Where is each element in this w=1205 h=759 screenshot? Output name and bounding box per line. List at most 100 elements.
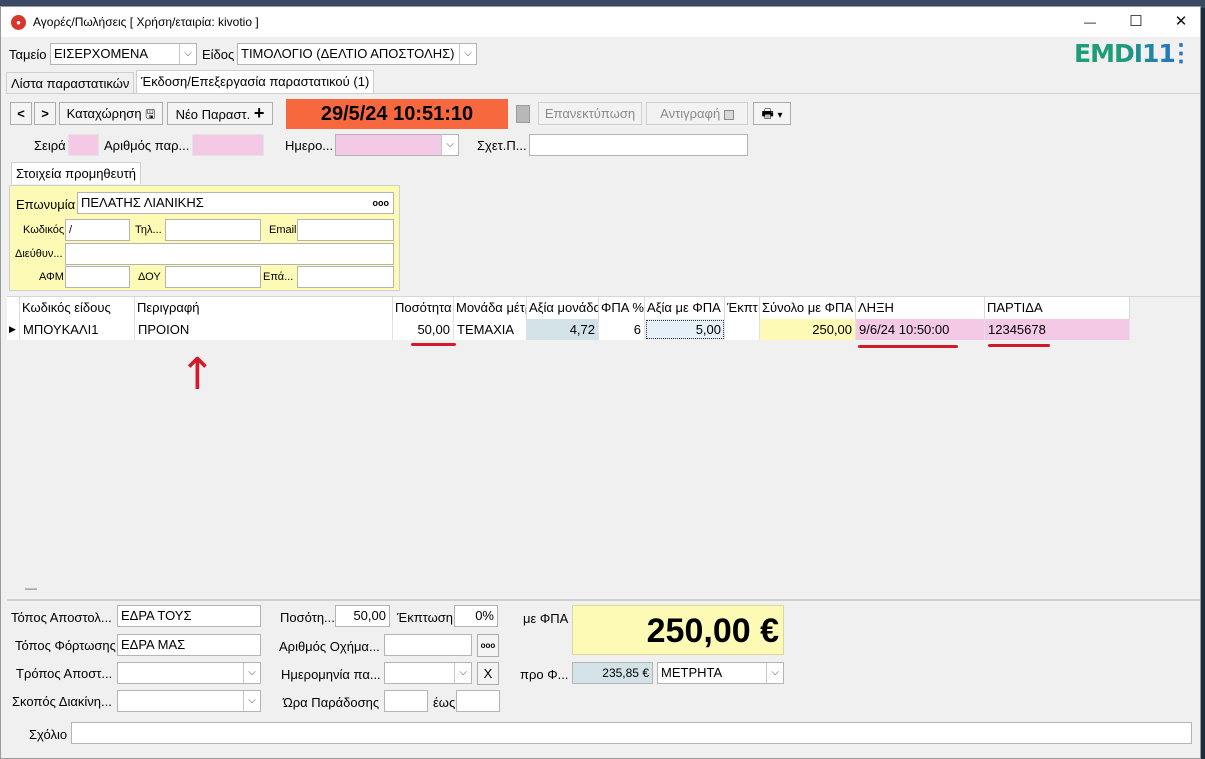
email-input[interactable] bbox=[297, 219, 394, 241]
sxet-input[interactable] bbox=[529, 134, 748, 156]
eponymia-label: Επωνυμία bbox=[16, 197, 76, 212]
printer-icon: 🖶 bbox=[761, 107, 774, 122]
col-header-discount[interactable]: Έκπτ bbox=[725, 297, 760, 319]
window-title: Αγορές/Πωλήσεις [ Χρήση/εταιρία: kivotio… bbox=[33, 15, 259, 29]
clear-date-button[interactable]: X bbox=[477, 662, 499, 685]
til-label: Τηλ... bbox=[135, 224, 162, 236]
col-header-code[interactable]: Κωδικός είδους bbox=[20, 297, 135, 319]
tropos-label: Τρόπος Αποστ... bbox=[16, 666, 113, 681]
cell-price-vat[interactable]: 5,00 bbox=[645, 319, 725, 340]
chevron-down-icon[interactable]: ▾ bbox=[777, 110, 782, 121]
epa-label: Επά... bbox=[263, 271, 294, 283]
tameio-select[interactable]: ΕΙΣΕΡΧΟΜΕΝΑ ⌵ bbox=[50, 43, 197, 65]
cell-expiry[interactable]: 9/6/24 10:50:00 bbox=[856, 319, 985, 340]
reprint-button[interactable]: Επανεκτύπωση bbox=[538, 102, 642, 125]
splitter-handle[interactable]: — bbox=[25, 581, 37, 595]
prev-button[interactable]: < bbox=[10, 102, 32, 125]
cell-qty[interactable]: 50,00 bbox=[393, 319, 454, 340]
chevron-down-icon[interactable]: ⌵ bbox=[243, 691, 260, 711]
eidos-label: Είδος bbox=[202, 47, 235, 62]
tab-document-list[interactable]: Λίστα παραστατικών bbox=[6, 72, 135, 94]
grid-header-corner bbox=[7, 297, 20, 319]
kodikos-label: Κωδικός bbox=[23, 224, 65, 236]
tab-document-edit[interactable]: Έκδοση/Επεξεργασία παραστατικού (1) bbox=[136, 70, 375, 94]
eponymia-value: ΠΕΛΑΤΗΣ ΛΙΑΝΙΚΗΣ bbox=[81, 195, 204, 210]
copy-icon bbox=[723, 109, 734, 120]
date-select[interactable]: ⌵ bbox=[335, 134, 459, 156]
seira-label: Σειρά bbox=[34, 138, 66, 153]
posot-label: Ποσότη... bbox=[280, 610, 335, 625]
col-header-batch[interactable]: ΠΑΡΤΙΔΑ bbox=[985, 297, 1130, 319]
new-document-label: Νέο Παραστ. bbox=[175, 107, 251, 122]
app-window: ● Αγορές/Πωλήσεις [ Χρήση/εταιρία: kivot… bbox=[0, 6, 1201, 759]
datetime-display: 29/5/24 10:51:10 bbox=[286, 99, 508, 129]
copy-button[interactable]: Αντιγραφή bbox=[646, 102, 748, 125]
imerominia-select[interactable]: ⌵ bbox=[384, 662, 472, 684]
payment-value: ΜΕΤΡΗΤΑ bbox=[661, 665, 723, 680]
next-button[interactable]: > bbox=[34, 102, 56, 125]
col-header-vat[interactable]: ΦΠΑ % bbox=[599, 297, 645, 319]
tab-supplier[interactable]: Στοιχεία προμηθευτή bbox=[11, 162, 141, 184]
col-header-unit-price[interactable]: Αξία μονάδα bbox=[527, 297, 599, 319]
cell-batch[interactable]: 12345678 bbox=[985, 319, 1130, 340]
col-header-total[interactable]: Σύνολο με ΦΠΑ bbox=[760, 297, 856, 319]
chevron-down-icon[interactable]: ⌵ bbox=[459, 44, 476, 64]
topos-fort-input[interactable]: ΕΔΡΑ ΜΑΣ bbox=[117, 634, 261, 656]
more-menu-icon[interactable]: ⋮ bbox=[1169, 39, 1193, 68]
arithmos-ox-input[interactable] bbox=[384, 634, 472, 656]
eos-label: έως bbox=[433, 695, 456, 710]
cell-vat[interactable]: 6 bbox=[599, 319, 645, 340]
col-header-unit[interactable]: Μονάδα μέτρ bbox=[454, 297, 527, 319]
chevron-down-icon[interactable]: ⌵ bbox=[441, 135, 458, 155]
sxolio-label: Σχόλιο bbox=[29, 727, 68, 742]
print-button[interactable]: 🖶 ▾ bbox=[753, 102, 791, 125]
eponymia-input[interactable]: ΠΕΛΑΤΗΣ ΛΙΑΝΙΚΗΣ ooo bbox=[77, 192, 394, 214]
new-document-button[interactable]: Νέο Παραστ. + bbox=[167, 102, 273, 125]
epa-input[interactable] bbox=[297, 266, 394, 288]
more-options-button[interactable]: ooo bbox=[373, 193, 390, 213]
eidos-select[interactable]: ΤΙΜΟΛΟΓΙΟ (ΔΕΛΤΙΟ ΑΠΟΣΤΟΛΗΣ) ⌵ bbox=[237, 43, 477, 65]
chevron-down-icon[interactable]: ⌵ bbox=[766, 663, 783, 683]
brand-text: EMDI11 bbox=[1074, 39, 1176, 68]
kodikos-input[interactable]: / bbox=[65, 219, 130, 241]
splitter[interactable] bbox=[7, 599, 1200, 601]
trash-icon[interactable] bbox=[516, 105, 530, 123]
arithmos-input[interactable] bbox=[192, 134, 264, 156]
row-marker-icon: ▶ bbox=[7, 319, 20, 340]
cell-discount[interactable] bbox=[725, 319, 760, 340]
seira-input[interactable] bbox=[68, 134, 99, 156]
chevron-down-icon[interactable]: ⌵ bbox=[454, 663, 471, 683]
chevron-down-icon[interactable]: ⌵ bbox=[179, 44, 196, 64]
dieuth-input[interactable] bbox=[65, 243, 394, 265]
col-header-qty[interactable]: Ποσότητα bbox=[393, 297, 454, 319]
doy-input[interactable] bbox=[165, 266, 261, 288]
close-button[interactable]: ✕ bbox=[1158, 7, 1200, 37]
maximize-button[interactable]: ☐ bbox=[1113, 7, 1159, 37]
col-header-price-vat[interactable]: Αξία με ΦΠΑ bbox=[645, 297, 725, 319]
col-header-expiry[interactable]: ΛΗΞΗ bbox=[856, 297, 985, 319]
cell-unit[interactable]: ΤΕΜΑΧΙΑ bbox=[454, 319, 527, 340]
cell-desc[interactable]: ΠΡΟΙΟΝ bbox=[135, 319, 393, 340]
afm-input[interactable] bbox=[65, 266, 130, 288]
chevron-down-icon[interactable]: ⌵ bbox=[243, 663, 260, 683]
sxolio-input[interactable] bbox=[71, 722, 1192, 744]
ekptosi-input[interactable]: 0% bbox=[454, 605, 498, 627]
ora-input[interactable] bbox=[384, 690, 428, 712]
cell-unit-price[interactable]: 4,72 bbox=[527, 319, 599, 340]
cell-code[interactable]: ΜΠΟΥΚΑΛΙ1 bbox=[20, 319, 135, 340]
cell-total[interactable]: 250,00 bbox=[760, 319, 856, 340]
eos-input[interactable] bbox=[456, 690, 500, 712]
annotation-underline-qty bbox=[411, 343, 456, 346]
minimize-button[interactable]: — bbox=[1067, 7, 1113, 37]
posot-input[interactable]: 50,00 bbox=[335, 605, 390, 627]
tropos-select[interactable]: ⌵ bbox=[117, 662, 261, 684]
eidos-value: ΤΙΜΟΛΟΓΙΟ (ΔΕΛΤΙΟ ΑΠΟΣΤΟΛΗΣ) bbox=[241, 46, 455, 61]
arithmos-ox-more-button[interactable]: ooo bbox=[477, 634, 499, 657]
plus-icon: + bbox=[253, 103, 265, 123]
payment-select[interactable]: ΜΕΤΡΗΤΑ ⌵ bbox=[657, 662, 784, 684]
topos-apost-input[interactable]: ΕΔΡΑ ΤΟΥΣ bbox=[117, 605, 261, 627]
til-input[interactable] bbox=[165, 219, 261, 241]
skopos-select[interactable]: ⌵ bbox=[117, 690, 261, 712]
col-header-desc[interactable]: Περιγραφή bbox=[135, 297, 393, 319]
save-button[interactable]: Καταχώρηση 🖫 bbox=[59, 102, 163, 125]
